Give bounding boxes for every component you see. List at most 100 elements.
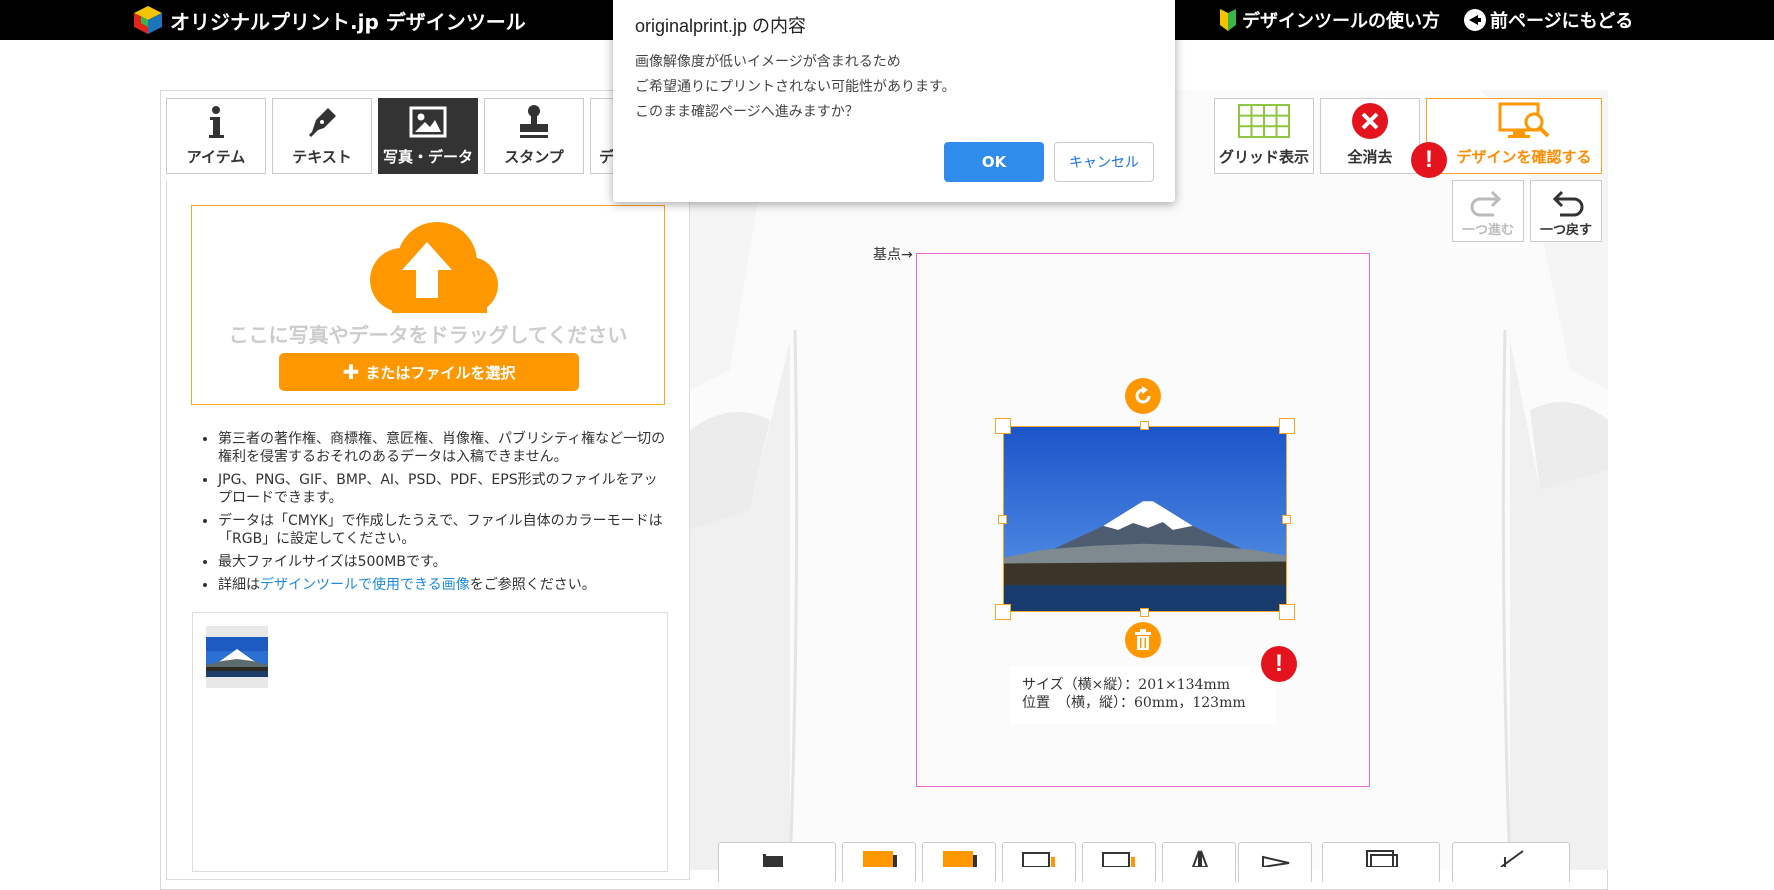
howto-link-label: デザインツールの使い方 <box>1242 11 1440 32</box>
tab-photo-data[interactable]: 写真・データ <box>378 98 478 174</box>
layer-backward-icon <box>1022 852 1055 868</box>
plus-icon: ✚ <box>342 360 360 384</box>
redo-arrow-icon <box>1470 190 1502 217</box>
crop-button[interactable] <box>1452 842 1570 882</box>
dialog-title: originalprint.jp の内容 <box>635 16 807 36</box>
size-readout: サイズ（横×縦）：201×134mm <box>1022 677 1231 693</box>
resize-handle-w[interactable] <box>998 515 1007 524</box>
usable-images-link[interactable]: デザインツールで使用できる画像 <box>260 577 470 593</box>
beginner-leaf-icon <box>1220 9 1236 31</box>
duplicate-button[interactable] <box>1322 842 1440 882</box>
bring-forward-button[interactable] <box>922 842 996 882</box>
confirm-design-label: デザインを確認する <box>1456 148 1592 166</box>
send-back-button[interactable] <box>1082 842 1156 882</box>
uploaded-images-area <box>192 612 668 872</box>
info-icon <box>209 106 224 138</box>
drop-hint-text: ここに写真やデータをドラッグしてください <box>228 323 628 347</box>
tool-tabs: アイテム テキスト 写真・データ スタンプ デ <box>166 98 620 174</box>
tab-photo-data-label: 写真・データ <box>382 148 473 166</box>
resize-handle-n[interactable] <box>1140 421 1149 430</box>
resize-handle-ne[interactable] <box>1279 418 1295 434</box>
upload-rules: 第三者の著作権、商標権、意匠権、肖像権、パブリシティ権など一切の権利を侵害するお… <box>198 430 668 599</box>
back-page-link[interactable]: 前ページにもどる <box>1464 7 1633 33</box>
crop-icon <box>1500 850 1524 868</box>
align-icon <box>763 854 783 867</box>
rule-item: 最大ファイルサイズは500MBです。 <box>218 553 668 571</box>
rule-prefix: 詳細は <box>218 577 260 593</box>
brand-name: オリジナルプリント.jp デザインツール <box>170 9 526 34</box>
dialog-message-line: 画像解像度が低いイメージが含まれるため <box>635 54 901 70</box>
position-readout: 位置 （横，縦）：60mm，123mm <box>1022 695 1246 711</box>
layer-back-icon <box>1102 852 1135 868</box>
rotate-icon <box>1135 386 1151 404</box>
cube-logo-icon <box>134 6 162 34</box>
rotate-button[interactable] <box>1125 378 1161 414</box>
monitor-search-icon <box>1498 102 1550 138</box>
tab-text-label: テキスト <box>292 148 352 166</box>
cloud-upload-icon <box>370 222 498 313</box>
upload-dropzone[interactable]: ここに写真やデータをドラッグしてください ✚ またはファイルを選択 <box>191 205 665 405</box>
resize-handle-se[interactable] <box>1279 604 1295 620</box>
stamp-icon <box>520 105 548 138</box>
rule-item: JPG、PNG、GIF、BMP、AI、PSD、PDF、EPS形式のファイルをアッ… <box>218 471 668 507</box>
resize-handle-s[interactable] <box>1140 608 1149 617</box>
howto-link[interactable]: デザインツールの使い方 <box>1218 7 1440 33</box>
size-position-info: サイズ（横×縦）：201×134mm 位置 （横，縦）：60mm，123mm <box>1010 666 1276 724</box>
rule-item: 第三者の著作権、商標権、意匠権、肖像権、パブリシティ権など一切の権利を侵害するお… <box>218 430 668 466</box>
placed-photo[interactable] <box>1003 426 1287 612</box>
bring-front-button[interactable] <box>842 842 916 882</box>
resize-handle-sw[interactable] <box>995 604 1011 620</box>
fuji-photo <box>1004 427 1286 611</box>
flip-vertical-button[interactable] <box>1238 842 1312 882</box>
tab-stamp[interactable]: スタンプ <box>484 98 584 174</box>
resize-handle-e[interactable] <box>1282 515 1291 524</box>
align-left-button[interactable] <box>718 842 836 882</box>
undo-button[interactable]: 一つ戻す <box>1530 180 1602 242</box>
undo-label: 一つ戻す <box>1539 223 1592 238</box>
rule-item: 詳細はデザインツールで使用できる画像をご参照ください。 <box>218 576 668 594</box>
trash-icon <box>1135 629 1151 650</box>
uploaded-image-thumbnail[interactable] <box>206 626 268 688</box>
dialog-message-line: このまま確認ページへ進みますか？ <box>635 104 859 120</box>
flip-horizontal-button[interactable] <box>1162 842 1236 882</box>
undo-arrow-icon <box>1552 190 1584 217</box>
dialog-message: 画像解像度が低いイメージが含まれるため ご希望通りにプリントされない可能性があり… <box>635 50 956 125</box>
confirm-design-button[interactable]: デザインを確認する <box>1426 98 1602 174</box>
clear-all-label: 全消去 <box>1347 148 1393 166</box>
layer-forward-icon <box>943 851 977 867</box>
clear-x-icon <box>1352 103 1388 139</box>
tab-item-label: アイテム <box>186 148 246 166</box>
select-file-button[interactable]: ✚ またはファイルを選択 <box>279 353 579 391</box>
grid-icon <box>1238 104 1290 138</box>
tab-stamp-label: スタンプ <box>504 148 564 166</box>
back-arrow-icon <box>1464 9 1486 31</box>
brand-logo[interactable]: オリジナルプリント.jp デザインツール <box>132 5 526 35</box>
pen-icon <box>308 108 336 138</box>
flip-vertical-icon <box>1262 855 1290 869</box>
image-icon <box>409 106 447 138</box>
confirm-warning-icon: ! <box>1411 142 1447 178</box>
origin-label: 基点→ <box>873 247 913 263</box>
fuji-photo-thumbnail <box>206 637 268 677</box>
select-file-label: またはファイルを選択 <box>365 363 516 382</box>
warning-mark: ! <box>1425 146 1433 173</box>
redo-button[interactable]: 一つ進む <box>1452 180 1524 242</box>
duplicate-icon <box>1366 850 1398 868</box>
confirm-dialog: originalprint.jp の内容 画像解像度が低いイメージが含まれるため… <box>613 0 1175 202</box>
rule-suffix: をご参照ください。 <box>469 577 596 593</box>
grid-toggle-button[interactable]: グリッド表示 <box>1214 98 1314 174</box>
tab-text[interactable]: テキスト <box>272 98 372 174</box>
low-resolution-warning-icon[interactable]: ! <box>1261 646 1297 682</box>
ok-button[interactable]: OK <box>944 142 1044 182</box>
cancel-button[interactable]: キャンセル <box>1054 142 1154 182</box>
delete-button[interactable] <box>1125 622 1161 658</box>
tab-design-label: デ <box>599 148 615 166</box>
resize-handle-nw[interactable] <box>995 418 1011 434</box>
clear-all-button[interactable]: 全消去 <box>1320 98 1420 174</box>
dialog-message-line: ご希望通りにプリントされない可能性があります。 <box>635 79 956 95</box>
grid-toggle-label: グリッド表示 <box>1218 148 1309 166</box>
send-backward-button[interactable] <box>1002 842 1076 882</box>
rule-item: データは「CMYK」で作成したうえで、ファイル自体のカラーモードは「RGB」に設… <box>218 512 668 548</box>
flip-horizontal-icon <box>1191 850 1209 868</box>
tab-item[interactable]: アイテム <box>166 98 266 174</box>
